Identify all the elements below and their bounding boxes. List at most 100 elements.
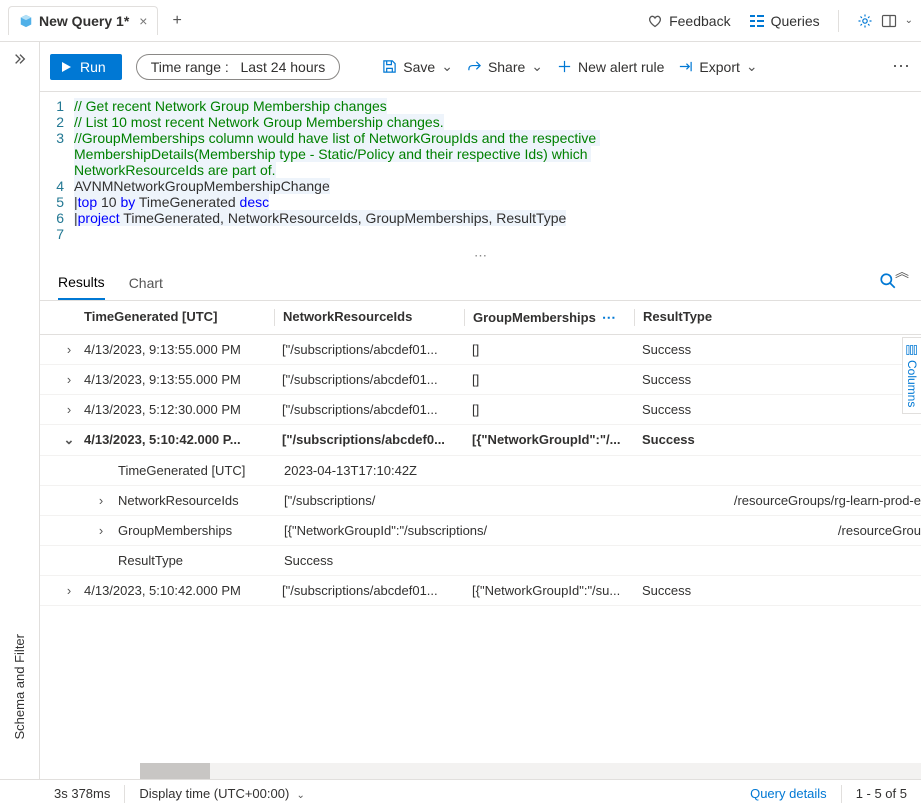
chevron-right-icon[interactable]: › <box>54 583 84 598</box>
cell-grp: [{"NetworkGroupId":"/... <box>464 432 634 448</box>
results-grid: TimeGenerated [UTC] NetworkResourceIds G… <box>40 301 921 763</box>
share-label: Share <box>488 59 525 75</box>
detail-key: TimeGenerated [UTC] <box>118 463 274 478</box>
results-tab-strip: Results Chart <box>40 264 921 301</box>
schema-filter-label[interactable]: Schema and Filter <box>12 634 27 760</box>
columns-panel-toggle[interactable]: Columns <box>902 337 921 414</box>
expand-rail-button[interactable] <box>13 42 27 79</box>
more-actions-button[interactable]: ⋯ <box>892 56 911 77</box>
code-line-4: AVNMNetworkGroupMembershipChange <box>74 178 330 194</box>
new-alert-label: New alert rule <box>578 59 664 75</box>
chevron-down-icon[interactable]: ⌄ <box>54 432 84 448</box>
cell-net: ["/subscriptions/abcdef01... <box>274 402 464 417</box>
detail-row: TimeGenerated [UTC] 2023-04-13T17:10:42Z <box>40 456 921 486</box>
cell-time: 4/13/2023, 5:10:42.000 PM <box>84 583 274 598</box>
column-options-icon[interactable]: ⋯ <box>602 309 616 326</box>
run-button[interactable]: Run <box>50 54 122 80</box>
query-details-link[interactable]: Query details <box>750 786 827 801</box>
detail-value: 2023-04-13T17:10:42Z <box>274 463 921 478</box>
cell-net: ["/subscriptions/abcdef01... <box>274 342 464 357</box>
detail-key: NetworkResourceIds <box>118 493 274 508</box>
share-button[interactable]: Share ⌄ <box>467 58 543 75</box>
code-line-2: // List 10 most recent Network Group Mem… <box>74 114 444 130</box>
add-tab-button[interactable]: + <box>162 8 191 34</box>
tab-results[interactable]: Results <box>58 264 105 300</box>
panel-icon[interactable] <box>881 13 897 29</box>
chevron-down-icon[interactable]: ⌄ <box>905 15 913 26</box>
new-alert-button[interactable]: New alert rule <box>557 59 664 75</box>
header-result-type[interactable]: ResultType <box>634 309 921 326</box>
save-icon <box>382 59 397 74</box>
code-line-1: // Get recent Network Group Membership c… <box>74 98 387 114</box>
time-range-picker[interactable]: Time range : Last 24 hours <box>136 54 341 80</box>
pager-label: 1 - 5 of 5 <box>856 786 907 801</box>
chevron-right-icon[interactable]: › <box>54 342 84 357</box>
save-label: Save <box>403 59 435 75</box>
top-links: Feedback Queries ⌄ <box>647 10 913 32</box>
splitter-handle[interactable]: ⋯ <box>40 248 921 264</box>
close-icon[interactable]: × <box>139 13 147 29</box>
header-time[interactable]: TimeGenerated [UTC] <box>84 309 274 326</box>
query-toolbar: Run Time range : Last 24 hours Save ⌄ Sh… <box>40 42 921 92</box>
code-line-3c: NetworkResourceIds are part of. <box>74 162 276 178</box>
cell-res: Success <box>634 583 921 598</box>
cell-grp: [] <box>464 342 634 357</box>
tab-title: New Query 1* <box>39 13 129 29</box>
header-network-ids[interactable]: NetworkResourceIds <box>274 309 464 326</box>
display-time-picker[interactable]: Display time (UTC+00:00) ⌄ <box>139 786 305 801</box>
queries-link[interactable]: Queries <box>749 13 820 29</box>
detail-row: ResultType Success <box>40 546 921 576</box>
cell-net: ["/subscriptions/abcdef01... <box>274 583 464 598</box>
chevron-right-icon[interactable]: › <box>54 402 84 417</box>
table-row[interactable]: › 4/13/2023, 9:13:55.000 PM ["/subscript… <box>40 335 921 365</box>
table-row[interactable]: › 4/13/2023, 5:10:42.000 PM ["/subscript… <box>40 576 921 606</box>
query-tab[interactable]: New Query 1* × <box>8 6 158 35</box>
tab-chart[interactable]: Chart <box>129 265 163 299</box>
cell-grp: [] <box>464 402 634 417</box>
collapse-editor-button[interactable]: ︽ <box>895 262 909 282</box>
export-label: Export <box>699 59 739 75</box>
header-group-memberships[interactable]: GroupMemberships⋯ <box>464 309 634 326</box>
table-row[interactable]: › 4/13/2023, 9:13:55.000 PM ["/subscript… <box>40 365 921 395</box>
plus-icon <box>557 59 572 74</box>
cell-time: 4/13/2023, 5:10:42.000 P... <box>84 432 274 448</box>
scrollbar-track <box>210 763 921 779</box>
cell-time: 4/13/2023, 9:13:55.000 PM <box>84 372 274 387</box>
heart-icon <box>647 13 663 29</box>
left-rail: Schema and Filter <box>0 42 40 779</box>
save-button[interactable]: Save ⌄ <box>382 58 453 75</box>
detail-row: › GroupMemberships [{"NetworkGroupId":"/… <box>40 516 921 546</box>
cell-net: ["/subscriptions/abcdef01... <box>274 372 464 387</box>
feedback-label: Feedback <box>669 13 730 29</box>
table-row-expanded[interactable]: ⌄ 4/13/2023, 5:10:42.000 P... ["/subscri… <box>40 425 921 456</box>
chevrons-right-icon <box>13 52 27 66</box>
share-icon <box>467 59 482 74</box>
time-range-label: Time range : <box>151 59 229 75</box>
code-line-3b: MembershipDetails(Membership type - Stat… <box>74 146 591 162</box>
status-bar: 3s 378ms Display time (UTC+00:00) ⌄ Quer… <box>0 779 921 807</box>
export-icon <box>678 59 693 74</box>
columns-panel-label: Columns <box>905 360 919 407</box>
cell-res: Success <box>634 432 921 448</box>
query-editor[interactable]: 1// Get recent Network Group Membership … <box>40 92 921 248</box>
table-row[interactable]: › 4/13/2023, 5:12:30.000 PM ["/subscript… <box>40 395 921 425</box>
columns-icon <box>906 344 918 356</box>
gear-icon[interactable] <box>857 13 873 29</box>
scrollbar-thumb[interactable] <box>140 763 210 779</box>
cell-time: 4/13/2023, 5:12:30.000 PM <box>84 402 274 417</box>
cell-grp: [{"NetworkGroupId":"/su... <box>464 583 634 598</box>
detail-key: GroupMemberships <box>118 523 274 538</box>
feedback-link[interactable]: Feedback <box>647 13 730 29</box>
cell-grp: [] <box>464 372 634 387</box>
chevron-right-icon[interactable]: › <box>84 523 118 538</box>
queries-label: Queries <box>771 13 820 29</box>
cell-net: ["/subscriptions/abcdef0... <box>274 432 464 448</box>
run-label: Run <box>80 59 106 75</box>
chevron-right-icon[interactable]: › <box>54 372 84 387</box>
cell-time: 4/13/2023, 9:13:55.000 PM <box>84 342 274 357</box>
time-range-value: Last 24 hours <box>240 59 325 75</box>
horizontal-scrollbar[interactable] <box>40 763 921 779</box>
chevron-right-icon[interactable]: › <box>84 493 118 508</box>
export-button[interactable]: Export ⌄ <box>678 58 757 75</box>
detail-value: Success <box>274 553 921 568</box>
